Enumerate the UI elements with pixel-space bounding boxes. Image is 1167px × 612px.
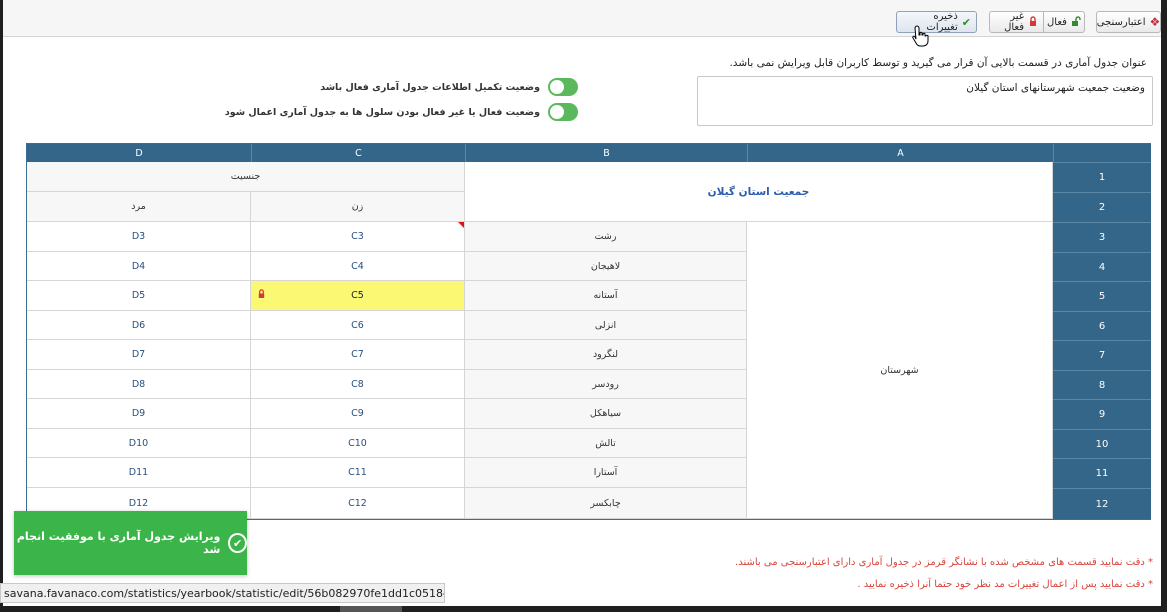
city-cell[interactable]: تالش xyxy=(465,429,747,458)
row-header-6[interactable]: 6 xyxy=(1053,311,1151,340)
female-value-cell[interactable]: C9 xyxy=(251,399,465,429)
cell-status-toggle[interactable] xyxy=(548,103,578,121)
save-changes-button[interactable]: ✔ ذخیره تغییرات xyxy=(896,11,977,33)
header-female-cell[interactable]: زن xyxy=(251,192,465,222)
city-cell[interactable]: چابکسر xyxy=(465,488,747,519)
statistics-table: D C B A 1 2 3 4 5 6 7 8 9 10 11 12 جنسیت… xyxy=(26,143,1151,520)
male-value-cell[interactable]: D8 xyxy=(27,370,251,399)
column-header-d[interactable]: D xyxy=(27,144,251,162)
activate-button[interactable]: فعال xyxy=(1043,11,1085,33)
toggle-row-complete: وضعیت تکمیل اطلاعات جدول آماری فعال باشد xyxy=(300,78,578,96)
locked-female-value-cell[interactable]: C5 xyxy=(251,281,465,311)
female-value-cell[interactable]: C10 xyxy=(251,429,465,458)
city-cell[interactable]: آستارا xyxy=(465,458,747,488)
row-header-2[interactable]: 2 xyxy=(1053,192,1151,222)
female-value-text: C3 xyxy=(351,231,364,242)
female-value-cell[interactable]: C12 xyxy=(251,488,465,519)
city-cell[interactable]: آستانه xyxy=(465,281,747,311)
header-gender-cell[interactable]: جنسیت xyxy=(27,162,465,192)
validation-icon: ❖ xyxy=(1149,15,1161,29)
lock-icon xyxy=(257,289,266,301)
female-value-cell[interactable]: C8 xyxy=(251,370,465,399)
city-cell[interactable]: سیاهکل xyxy=(465,399,747,429)
city-cell[interactable]: انزلی xyxy=(465,311,747,340)
row-header-8[interactable]: 8 xyxy=(1053,370,1151,399)
row-header-11[interactable]: 11 xyxy=(1053,458,1151,488)
window-frame-left xyxy=(0,0,3,612)
activate-label: فعال xyxy=(1047,16,1067,28)
row-header-12[interactable]: 12 xyxy=(1053,488,1151,519)
header-male-cell[interactable]: مرد xyxy=(27,192,251,222)
window-frame-bottom xyxy=(0,606,1167,612)
female-value-cell[interactable]: C6 xyxy=(251,311,465,340)
note-validation: * دقت نمایید قسمت های مشخص شده با نشانگر… xyxy=(735,557,1153,568)
row-header-10[interactable]: 10 xyxy=(1053,429,1151,458)
female-value-cell[interactable]: C7 xyxy=(251,340,465,370)
validate-button[interactable]: ❖ اعتبارسنجی xyxy=(1096,11,1161,33)
hand-cursor-icon xyxy=(912,25,929,47)
toggle-row-cells: وضعیت فعال یا غیر فعال بودن سلول ها به ج… xyxy=(200,103,578,121)
success-toast[interactable]: ✔ ویرایش جدول آماری با موفقیت انجام شد xyxy=(14,511,247,575)
complete-data-toggle-label: وضعیت تکمیل اطلاعات جدول آماری فعال باشد xyxy=(320,81,540,93)
status-url-bar: savana.favanaco.com/statistics/yearbook/… xyxy=(0,583,445,603)
note-save: * دقت نمایید پس از اعمال تغییرات مد نظر … xyxy=(857,579,1153,590)
complete-data-toggle[interactable] xyxy=(548,78,578,96)
toast-message: ویرایش جدول آماری با موفقیت انجام شد xyxy=(16,530,221,556)
row-header-1[interactable]: 1 xyxy=(1053,162,1151,192)
lock-icon xyxy=(1028,15,1038,29)
column-header-b[interactable]: B xyxy=(465,144,747,162)
cell-status-toggle-label: وضعیت فعال یا غیر فعال بودن سلول ها به ج… xyxy=(224,106,540,118)
table-title-input[interactable]: وضعیت جمعیت شهرستانهای استان گیلان xyxy=(697,76,1153,126)
row-header-3[interactable]: 3 xyxy=(1053,222,1151,252)
row-header-7[interactable]: 7 xyxy=(1053,340,1151,370)
male-value-cell[interactable]: D7 xyxy=(27,340,251,370)
check-circle-icon: ✔ xyxy=(228,533,247,553)
male-value-cell[interactable]: D9 xyxy=(27,399,251,429)
male-value-cell[interactable]: D3 xyxy=(27,222,251,252)
male-value-cell[interactable]: D5 xyxy=(27,281,251,311)
table-title-caption: عنوان جدول آماری در قسمت بالایی آن قرار … xyxy=(729,57,1147,69)
validation-marker xyxy=(458,222,464,228)
female-value-cell[interactable]: C4 xyxy=(251,252,465,281)
city-cell[interactable]: رودسر xyxy=(465,370,747,399)
scrollbar-thumb[interactable] xyxy=(340,606,402,612)
toolbar: ❖ اعتبارسنجی فعال غیر فعال ✔ ذخیره تغییر… xyxy=(3,0,1161,37)
row-header-9[interactable]: 9 xyxy=(1053,399,1151,429)
window-frame-right xyxy=(1161,0,1167,612)
column-header-a[interactable]: A xyxy=(747,144,1053,162)
male-value-cell[interactable]: D6 xyxy=(27,311,251,340)
column-header-c[interactable]: C xyxy=(251,144,465,162)
check-icon: ✔ xyxy=(961,15,971,29)
row-header-4[interactable]: 4 xyxy=(1053,252,1151,281)
row-header-5[interactable]: 5 xyxy=(1053,281,1151,311)
validate-label: اعتبارسنجی xyxy=(1096,16,1146,28)
deactivate-button[interactable]: غیر فعال xyxy=(989,11,1044,33)
merged-county-cell[interactable]: شهرستان xyxy=(747,222,1053,519)
city-cell[interactable]: رشت xyxy=(465,222,747,252)
female-value-cell[interactable]: C11 xyxy=(251,458,465,488)
male-value-cell[interactable]: D11 xyxy=(27,458,251,488)
male-value-cell[interactable]: D4 xyxy=(27,252,251,281)
female-value-text: C5 xyxy=(351,290,364,301)
unlock-icon xyxy=(1071,15,1081,29)
notes: * دقت نمایید قسمت های مشخص شده با نشانگر… xyxy=(453,552,1153,596)
header-population-cell[interactable]: جمعیت استان گیلان xyxy=(465,162,1053,222)
city-cell[interactable]: لاهیجان xyxy=(465,252,747,281)
corner-header xyxy=(1053,144,1151,162)
deactivate-label: غیر فعال xyxy=(1004,11,1024,33)
female-value-cell[interactable]: C3 xyxy=(251,222,465,252)
male-value-cell[interactable]: D10 xyxy=(27,429,251,458)
city-cell[interactable]: لنگرود xyxy=(465,340,747,370)
